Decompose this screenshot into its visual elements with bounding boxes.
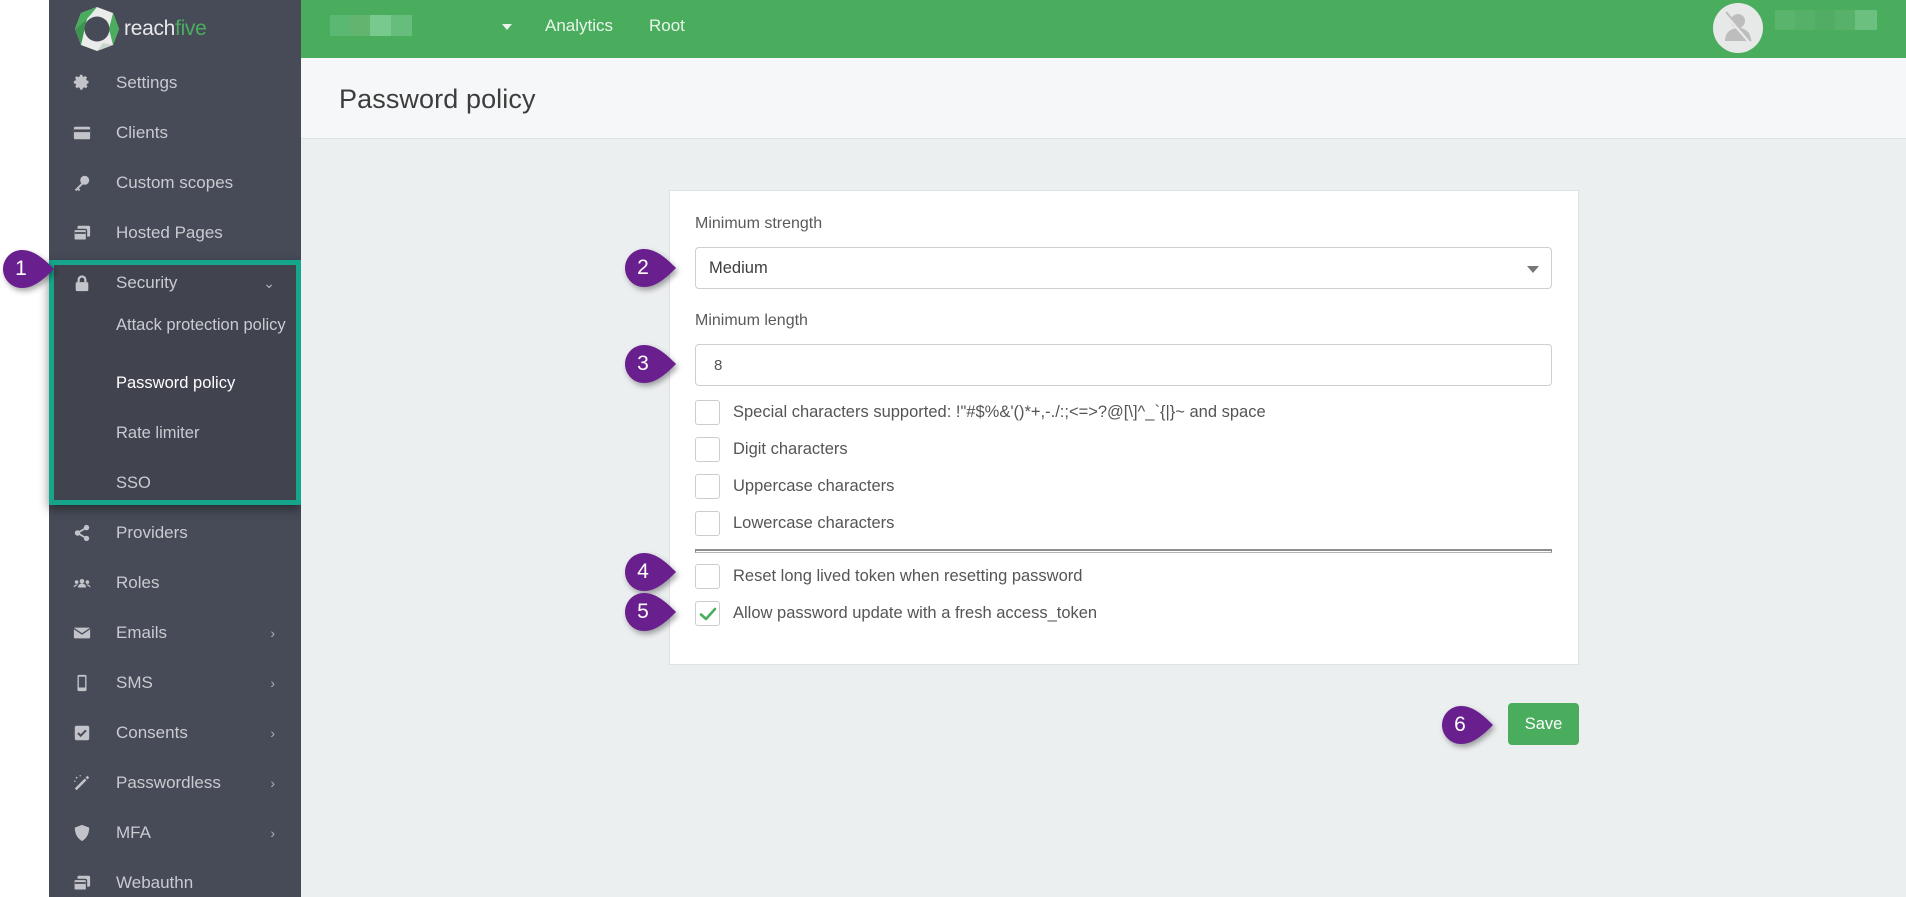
min-strength-value: Medium xyxy=(709,259,768,277)
project-selector-redacted[interactable] xyxy=(330,15,412,36)
checkbox-allow-fresh-access-token[interactable]: Allow password update with a fresh acces… xyxy=(695,600,1097,626)
magic-wand-icon xyxy=(73,774,91,792)
callout-number: 1 xyxy=(15,257,27,280)
checkbox[interactable] xyxy=(695,563,720,589)
caret-down-icon xyxy=(1527,266,1539,273)
min-length-label: Minimum length xyxy=(695,312,808,329)
app-root: reachfive Settings Clients Custom scopes… xyxy=(0,0,1906,897)
check-square-icon xyxy=(73,724,91,742)
section-divider xyxy=(695,549,1552,553)
mobile-icon xyxy=(73,674,91,692)
chevron-right-icon: › xyxy=(270,725,275,741)
checkbox-special-characters[interactable]: Special characters supported: !"#$%&'()*… xyxy=(695,399,1266,425)
nav-link-root[interactable]: Root xyxy=(649,16,685,36)
checkbox-uppercase-characters[interactable]: Uppercase characters xyxy=(695,473,894,499)
shield-icon xyxy=(73,824,91,842)
reachfive-logo-icon xyxy=(75,7,119,51)
checkbox-label: Lowercase characters xyxy=(733,513,895,532)
checkbox-lowercase-characters[interactable]: Lowercase characters xyxy=(695,510,894,536)
user-slash-icon xyxy=(1723,11,1753,45)
sidebar-item-emails[interactable]: Emails › xyxy=(49,613,301,653)
checkbox-label: Uppercase characters xyxy=(733,476,895,495)
checkbox-label: Digit characters xyxy=(733,439,848,458)
sidebar-subitem-sso[interactable]: SSO xyxy=(116,474,291,492)
sidebar-subitem-attack-protection[interactable]: Attack protection policy xyxy=(116,316,291,334)
window-restore-icon xyxy=(73,874,91,892)
share-icon xyxy=(73,524,91,542)
sidebar-subitem-rate-limiter[interactable]: Rate limiter xyxy=(116,424,291,442)
sidebar-item-label: Consents xyxy=(116,723,188,742)
checkbox-label: Allow password update with a fresh acces… xyxy=(733,603,1098,622)
chevron-right-icon: › xyxy=(270,625,275,641)
top-bar: Analytics Root xyxy=(301,0,1906,58)
sidebar-item-mfa[interactable]: MFA › xyxy=(49,813,301,853)
chevron-right-icon: › xyxy=(270,775,275,791)
checkbox[interactable] xyxy=(695,436,720,462)
min-length-input[interactable] xyxy=(695,344,1552,386)
checkmark-icon xyxy=(699,607,717,620)
sidebar-item-custom-scopes[interactable]: Custom scopes xyxy=(49,163,301,203)
sidebar-item-label: Clients xyxy=(116,123,168,142)
lock-icon xyxy=(73,274,91,292)
chevron-right-icon: › xyxy=(270,825,275,841)
sidebar-item-providers[interactable]: Providers xyxy=(49,513,301,553)
sidebar-item-label: SMS xyxy=(116,673,153,692)
sidebar-item-label: Webauthn xyxy=(116,873,194,892)
key-icon xyxy=(73,174,91,192)
sidebar-item-label: Roles xyxy=(116,573,160,592)
sidebar-item-hosted-pages[interactable]: Hosted Pages xyxy=(49,213,301,253)
user-name-redacted[interactable] xyxy=(1775,10,1877,30)
envelope-icon xyxy=(73,624,91,642)
sidebar-item-label: Passwordless xyxy=(116,773,221,792)
sidebar-item-sms[interactable]: SMS › xyxy=(49,663,301,703)
page-title: Password policy xyxy=(339,84,536,114)
nav-link-analytics[interactable]: Analytics xyxy=(545,16,613,36)
window-restore-icon xyxy=(73,224,91,242)
brand-name-part1: reach xyxy=(124,17,176,40)
sidebar-item-label: Custom scopes xyxy=(116,173,234,192)
sidebar-item-label: Emails xyxy=(116,623,168,642)
sidebar-item-consents[interactable]: Consents › xyxy=(49,713,301,753)
sidebar-item-label: Hosted Pages xyxy=(116,223,223,242)
checkbox[interactable] xyxy=(695,473,720,499)
sidebar-subitem-password-policy[interactable]: Password policy xyxy=(116,374,291,392)
gear-icon xyxy=(73,74,91,92)
checkbox-reset-long-lived-token[interactable]: Reset long lived token when resetting pa… xyxy=(695,563,1082,589)
checkbox[interactable] xyxy=(695,399,720,425)
sidebar: reachfive Settings Clients Custom scopes… xyxy=(49,0,301,897)
chevron-down-icon: ⌄ xyxy=(263,274,275,291)
checkbox[interactable] xyxy=(695,510,720,536)
password-policy-form: Minimum strength Medium Minimum length S… xyxy=(669,190,1579,665)
brand-name: reachfive xyxy=(124,17,207,41)
sidebar-item-clients[interactable]: Clients xyxy=(49,113,301,153)
brand-name-part2: five xyxy=(175,17,207,40)
sidebar-item-label: Security xyxy=(116,273,178,292)
checkbox-digit-characters[interactable]: Digit characters xyxy=(695,436,848,462)
sidebar-item-label: Settings xyxy=(116,73,178,92)
sidebar-item-passwordless[interactable]: Passwordless › xyxy=(49,763,301,803)
checkbox-label: Reset long lived token when resetting pa… xyxy=(733,566,1083,585)
user-avatar[interactable] xyxy=(1713,3,1763,53)
sidebar-item-roles[interactable]: Roles xyxy=(49,563,301,603)
page-header: Password policy xyxy=(301,58,1906,139)
credit-card-icon xyxy=(73,124,91,142)
chevron-right-icon: › xyxy=(270,675,275,691)
sidebar-item-label: Providers xyxy=(116,523,188,542)
sidebar-item-label: MFA xyxy=(116,823,151,842)
project-dropdown-caret-icon[interactable] xyxy=(502,24,512,30)
sidebar-item-settings[interactable]: Settings xyxy=(49,63,301,103)
sidebar-item-webauthn[interactable]: Webauthn xyxy=(49,863,301,897)
min-strength-label: Minimum strength xyxy=(695,215,823,232)
save-button[interactable]: Save xyxy=(1508,703,1579,745)
sidebar-item-security[interactable]: Security ⌄ xyxy=(49,263,301,303)
checkbox-checked[interactable] xyxy=(695,600,720,626)
min-strength-select[interactable]: Medium xyxy=(695,247,1552,289)
users-icon xyxy=(73,574,91,592)
checkbox-label: Special characters supported: !"#$%&'()*… xyxy=(733,402,1266,421)
brand-logo[interactable]: reachfive xyxy=(73,4,207,54)
